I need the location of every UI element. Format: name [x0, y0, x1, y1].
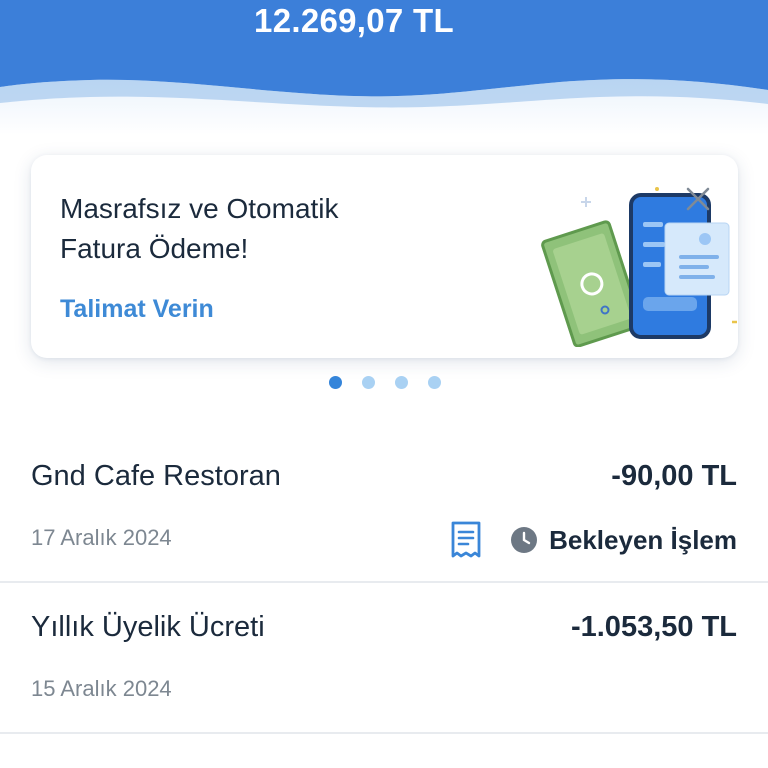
promo-title: Masrafsız ve Otomatik Fatura Ödeme!: [60, 189, 420, 269]
balance-header: 12.269,07 TL: [0, 0, 768, 135]
account-balance: 12.269,07 TL: [254, 2, 454, 39]
transaction-date: 15 Aralık 2024: [31, 676, 172, 701]
transaction-amount: -1.053,50 TL: [570, 611, 737, 643]
carousel-dot-1[interactable]: [329, 376, 342, 389]
status-pending: Bekleyen İşlem: [549, 524, 737, 555]
promo-link-talimat[interactable]: Talimat Verin: [60, 295, 214, 324]
transaction-merchant: Yıllık Üyelik Ücreti: [31, 611, 265, 643]
promo-title-line2: Fatura Ödeme!: [60, 233, 249, 264]
transaction-merchant: Gnd Cafe Restoran: [31, 460, 281, 492]
transaction-row[interactable]: Gnd Cafe Restoran -90,00 TL 17 Aralık 20…: [0, 432, 768, 583]
promo-card[interactable]: Masrafsız ve Otomatik Fatura Ödeme! Tali…: [31, 155, 738, 358]
close-icon[interactable]: [681, 182, 715, 216]
carousel-dot-4[interactable]: [428, 376, 441, 389]
carousel-dot-2[interactable]: [362, 376, 375, 389]
carousel-pagination: [329, 376, 441, 389]
transaction-amount: -90,00 TL: [611, 460, 737, 492]
transaction-status: Bekleyen İşlem: [448, 520, 737, 560]
transaction-row[interactable]: Yıllık Üyelik Ücreti -1.053,50 TL 15 Ara…: [0, 583, 768, 734]
promo-title-line1: Masrafsız ve Otomatik: [60, 193, 339, 224]
carousel-dot-3[interactable]: [395, 376, 408, 389]
clock-icon: [511, 527, 538, 553]
transaction-date: 17 Aralık 2024: [31, 525, 172, 550]
receipt-icon[interactable]: [448, 520, 484, 560]
